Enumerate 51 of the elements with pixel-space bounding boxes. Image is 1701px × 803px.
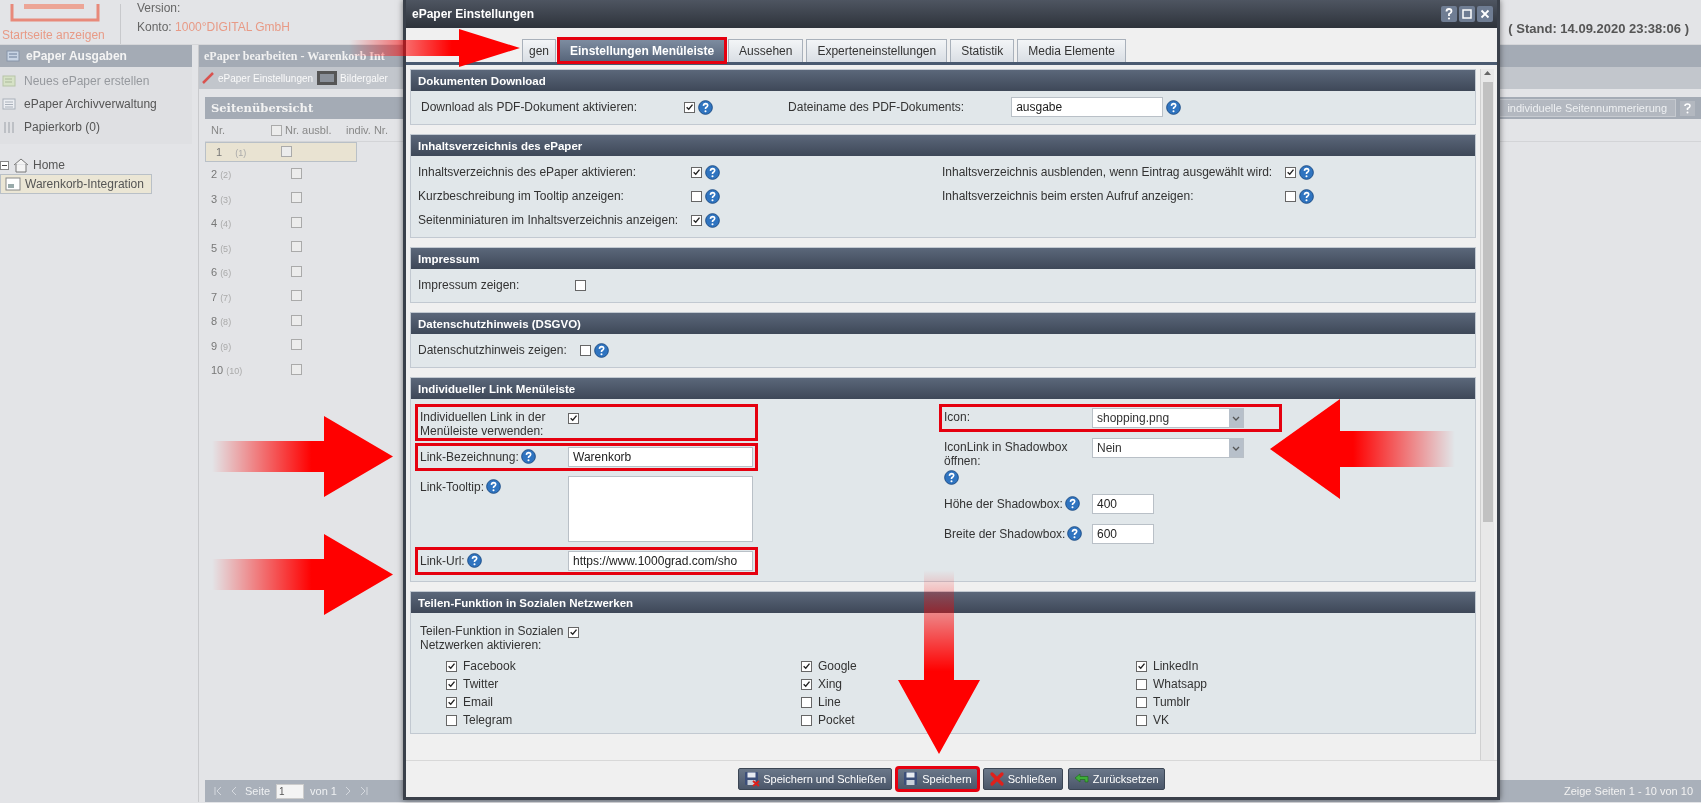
section-title: Individueller Link Menüleiste [411, 378, 1475, 399]
option-label: Facebook [463, 659, 516, 673]
account-label: Konto: [137, 20, 172, 34]
field-label: Seitenminiaturen im Inhaltsverzeichnis anzeigen: [417, 212, 680, 229]
option-label: Whatsapp [1153, 677, 1208, 691]
column-header: Nr. [210, 124, 227, 136]
account-name: 1000°DIGITAL GmbH [175, 20, 290, 34]
field-label: Link-Bezeichnung: [420, 449, 519, 464]
page-number: 5 (5) [210, 241, 233, 254]
option-label: Email [463, 695, 493, 709]
field-label: Breite der Shadowbox: [944, 526, 1066, 541]
field-label: Kurzbeschreibung im Tooltip anzeigen: [417, 188, 625, 205]
section-title: Datenschutzhinweis (DSGVO) [411, 313, 1475, 334]
option-label: VK [1153, 713, 1169, 727]
option-label: Google [818, 659, 857, 673]
option-label: Tumblr [1153, 695, 1190, 709]
option-label: Twitter [463, 677, 499, 691]
field-label: Individuellen Link in der Menüleiste verwenden: [420, 410, 547, 438]
dialog-title: ePaper Einstellungen [412, 7, 535, 21]
option-label: Xing [818, 677, 843, 691]
page-count: von 1 [310, 785, 337, 797]
field-label: Datenschutzhinweis zeigen: [417, 342, 568, 359]
field-label: Inhaltsverzeichnis des ePaper aktivieren: [417, 164, 638, 181]
field-label: Impressum zeigen: [417, 277, 521, 294]
field-label: Teilen-Funktion in Sozialen Netzwerken aktivieren: [420, 624, 565, 652]
section-title: Impressum [411, 248, 1475, 269]
option-label: LinkedIn [1153, 659, 1199, 673]
field-label: Höhe der Shadowbox: [944, 496, 1063, 511]
section-title: Dokumenten Download [411, 70, 1475, 91]
status-text: ( Stand: 14.09.2020 23:38:06 ) [1508, 21, 1689, 36]
field-label: Download als PDF-Dokument aktivieren: [420, 99, 639, 116]
field-label: Icon: [944, 410, 970, 424]
page-label: Seite [245, 785, 271, 797]
field-label: Dateiname des PDF-Dokuments: [787, 99, 966, 116]
page-summary: Zeige Seiten 1 - 10 von 10 [1563, 785, 1693, 797]
option-label: Pocket [818, 713, 855, 727]
field-label: Inhaltsverzeichnis ausblenden, wenn Eintrag ausgewählt wird: [941, 164, 1274, 181]
grid-title: Seitenübersicht [211, 101, 314, 115]
section-title: Teilen-Funktion in Sozialen Netzwerken [411, 592, 1475, 613]
section-title: Inhaltsverzeichnis des ePaper [411, 135, 1475, 156]
sidebar-title: ePaper Ausgaben [26, 49, 127, 63]
page-number: 1 (1) [215, 146, 248, 158]
field-label: Link-Url: [420, 553, 465, 568]
field-label: Inhaltsverzeichnis beim ersten Aufruf anzeigen: [941, 188, 1195, 205]
column-header: Nr. ausbl. [265, 124, 340, 136]
version-label: Version: [137, 1, 182, 15]
option-label: Line [818, 695, 841, 709]
field-label: IconLink in Shadowbox öffnen: [944, 440, 1069, 468]
column-header: indiv. Nr. [345, 124, 389, 136]
option-label: Telegram [463, 713, 513, 727]
field-label: Link-Tooltip: [420, 479, 485, 494]
